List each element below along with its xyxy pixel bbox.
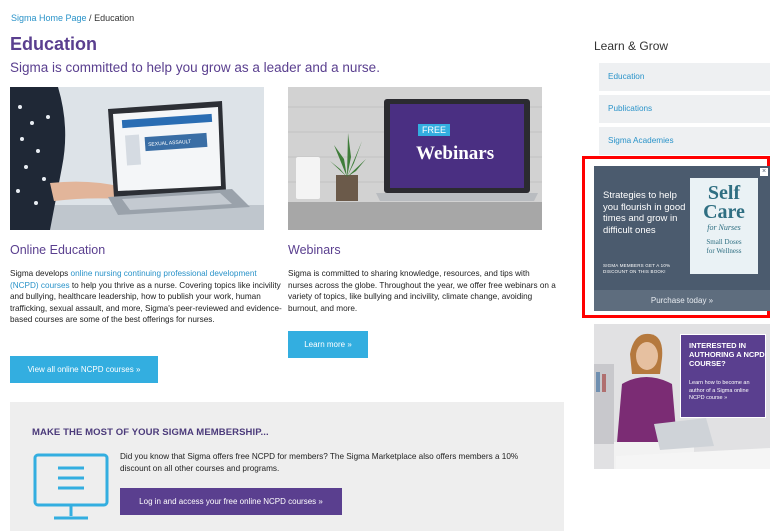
ad-tagline: Strategies to help you flourish in good … — [603, 190, 686, 236]
breadcrumb-current: Education — [94, 13, 135, 23]
online-education-heading: Online Education — [10, 243, 106, 257]
promo-heading: INTERESTED IN AUTHORING A NCPD COURSE? — [689, 341, 765, 368]
book-subtitle-line2: for Wellness — [706, 247, 742, 255]
webinar-screen-title: Webinars — [416, 143, 495, 164]
membership-title: MAKE THE MOST OF YOUR SIGMA MEMBERSHIP..… — [32, 427, 269, 438]
book-title-line2: Care — [703, 201, 745, 223]
membership-text: Did you know that Sigma offers free NCPD… — [120, 452, 519, 473]
book-cover: Self Care for Nurses Small Doses for Wel… — [690, 178, 758, 274]
purchase-today-button[interactable]: Purchase today » — [594, 290, 770, 311]
sidebar-item-publications[interactable]: Publications — [599, 95, 770, 123]
webinar-photo-illustration — [288, 87, 542, 230]
close-icon[interactable]: × — [760, 168, 768, 176]
webinars-image: FREE Webinars — [288, 87, 542, 230]
authoring-promo[interactable]: INTERESTED IN AUTHORING A NCPD COURSE? L… — [594, 324, 770, 469]
promo-panel: INTERESTED IN AUTHORING A NCPD COURSE? L… — [680, 334, 766, 418]
sidebar-item-sigma-academies[interactable]: Sigma Academies — [599, 127, 770, 155]
book-title-line3: for Nurses — [707, 223, 741, 232]
monitor-icon — [33, 453, 109, 520]
free-badge: FREE — [418, 124, 451, 136]
learn-more-button[interactable]: Learn more » — [288, 331, 368, 358]
book-subtitle-line1: Small Doses — [706, 238, 742, 246]
breadcrumb: Sigma Home Page / Education — [11, 13, 134, 23]
sidebar-title: Learn & Grow — [594, 39, 669, 53]
ad-member-discount: SIGMA MEMBERS GET A 10% DISCOUNT ON THIS… — [603, 263, 671, 274]
self-care-book-ad[interactable]: × Strategies to help you flourish in goo… — [594, 166, 770, 311]
online-education-image: SEXUAL ASSAULT — [10, 87, 264, 230]
breadcrumb-separator: / — [86, 13, 95, 23]
breadcrumb-home-link[interactable]: Sigma Home Page — [11, 13, 87, 23]
promo-body[interactable]: Learn how to become an author of a Sigma… — [689, 380, 765, 403]
webinars-text: Sigma is committed to sharing knowledge,… — [288, 269, 556, 313]
page-title: Education — [10, 34, 98, 54]
laptop-photo-illustration: SEXUAL ASSAULT — [10, 87, 264, 230]
login-ncpd-button[interactable]: Log in and access your free online NCPD … — [120, 488, 342, 515]
page-subtitle: Sigma is committed to help you grow as a… — [10, 60, 380, 75]
online-education-text-before: Sigma develops — [10, 269, 71, 278]
sidebar-item-education[interactable]: Education — [599, 63, 770, 91]
webinars-heading: Webinars — [288, 243, 341, 257]
online-education-text: Sigma develops online nursing continuing… — [10, 268, 282, 326]
membership-panel: MAKE THE MOST OF YOUR SIGMA MEMBERSHIP..… — [10, 402, 564, 531]
view-all-ncpd-button[interactable]: View all online NCPD courses » — [10, 356, 158, 383]
